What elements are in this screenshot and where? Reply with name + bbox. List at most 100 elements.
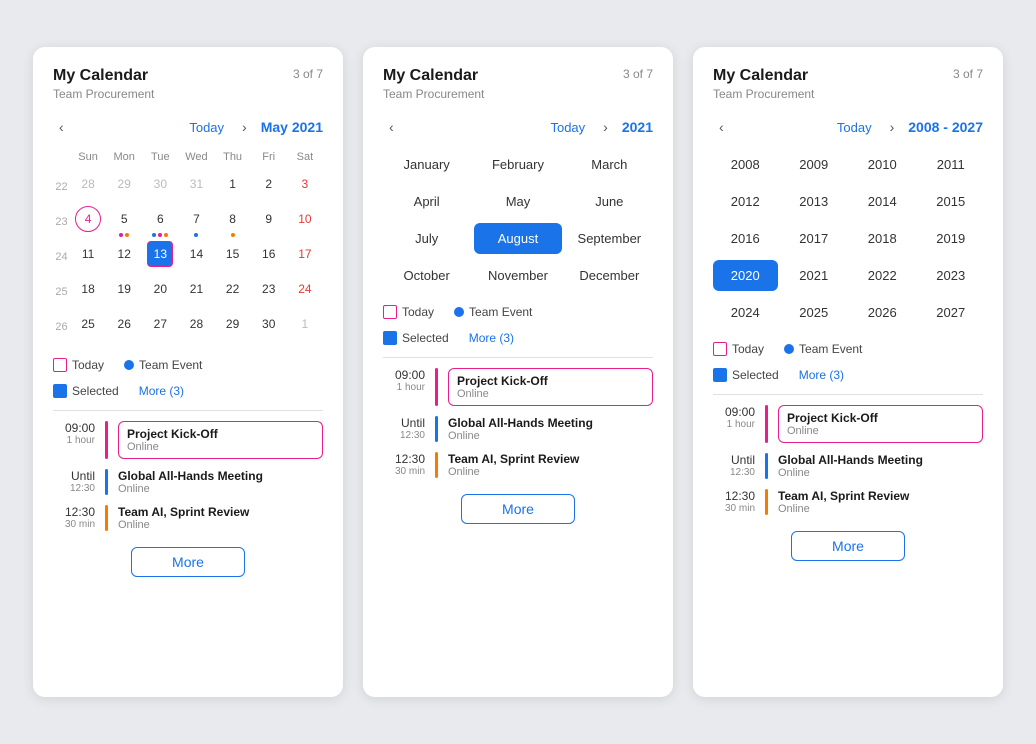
year-cell[interactable]: 2013 [782,186,847,217]
day-number[interactable]: 15 [220,241,246,267]
event-dots [119,233,129,237]
event-card[interactable]: Global All-Hands Meeting Online [778,453,983,479]
day-number[interactable]: 4 [75,206,101,232]
event-card[interactable]: Project Kick-Off Online [778,405,983,443]
today-button[interactable]: Today [546,118,589,137]
nav-prev-button[interactable]: ‹ [53,117,70,137]
day-number[interactable]: 26 [111,311,137,337]
more-button[interactable]: More [461,494,575,524]
more-legend-link[interactable]: More (3) [469,331,514,345]
day-number[interactable]: 2 [256,171,282,197]
month-cell[interactable]: November [474,260,561,291]
more-legend-link[interactable]: More (3) [139,384,184,398]
event-card[interactable]: Team AI, Sprint Review Online [778,489,983,515]
day-number[interactable]: 9 [256,206,282,232]
day-number[interactable]: 3 [292,171,318,197]
year-cell[interactable]: 2025 [782,297,847,328]
day-number[interactable]: 29 [220,311,246,337]
day-number[interactable]: 25 [75,311,101,337]
more-legend-link[interactable]: More (3) [799,368,844,382]
nav-prev-button[interactable]: ‹ [383,117,400,137]
day-number[interactable]: 18 [75,276,101,302]
day-number[interactable]: 8 [220,206,246,232]
year-cell[interactable]: 2027 [919,297,984,328]
day-number[interactable]: 17 [292,241,318,267]
selected-legend-box [383,331,397,345]
month-cell[interactable]: September [566,223,653,254]
calendar-grid: SunMonTueWedThuFriSat2228293031123234567… [53,149,323,344]
event-card[interactable]: Project Kick-Off Online [448,368,653,406]
day-number[interactable]: 29 [111,171,137,197]
day-number[interactable]: 1 [220,171,246,197]
year-cell[interactable]: 2016 [713,223,778,254]
day-number[interactable]: 30 [256,311,282,337]
year-cell[interactable]: 2012 [713,186,778,217]
day-number[interactable]: 13 [147,241,173,267]
month-cell[interactable]: January [383,149,470,180]
more-button-container: More [53,547,323,577]
day-number[interactable]: 21 [183,276,209,302]
day-number[interactable]: 11 [75,241,101,267]
day-number[interactable]: 23 [256,276,282,302]
divider [713,394,983,395]
year-cell[interactable]: 2021 [782,260,847,291]
nav-next-button[interactable]: › [236,117,253,137]
event-card[interactable]: Team AI, Sprint Review Online [448,452,653,478]
year-cell[interactable]: 2024 [713,297,778,328]
year-cell[interactable]: 2019 [919,223,984,254]
day-number[interactable]: 27 [147,311,173,337]
day-number[interactable]: 6 [147,206,173,232]
month-cell[interactable]: July [383,223,470,254]
year-cell[interactable]: 2014 [850,186,915,217]
day-number[interactable]: 7 [183,206,209,232]
year-cell[interactable]: 2010 [850,149,915,180]
day-number[interactable]: 14 [183,241,209,267]
year-cell[interactable]: 2008 [713,149,778,180]
day-number[interactable]: 22 [220,276,246,302]
day-number[interactable]: 1 [292,311,318,337]
year-cell[interactable]: 2011 [919,149,984,180]
day-number[interactable]: 12 [111,241,137,267]
event-dot [194,233,198,237]
year-cell[interactable]: 2015 [919,186,984,217]
day-number[interactable]: 19 [111,276,137,302]
month-cell[interactable]: February [474,149,561,180]
nav-center: Today › 2008 - 2027 [833,117,983,137]
nav-next-button[interactable]: › [884,117,901,137]
year-cell[interactable]: 2017 [782,223,847,254]
more-button[interactable]: More [131,547,245,577]
event-card[interactable]: Global All-Hands Meeting Online [118,469,323,495]
year-cell[interactable]: 2018 [850,223,915,254]
day-number[interactable]: 30 [147,171,173,197]
month-cell[interactable]: June [566,186,653,217]
year-cell[interactable]: 2026 [850,297,915,328]
month-cell[interactable]: May [474,186,561,217]
nav-next-button[interactable]: › [597,117,614,137]
today-button[interactable]: Today [833,118,876,137]
month-cell[interactable]: April [383,186,470,217]
day-number[interactable]: 10 [292,206,318,232]
month-cell[interactable]: December [566,260,653,291]
selected-legend-label: Selected [732,368,779,382]
nav-prev-button[interactable]: ‹ [713,117,730,137]
year-cell[interactable]: 2023 [919,260,984,291]
day-number[interactable]: 5 [111,206,137,232]
day-number[interactable]: 28 [75,171,101,197]
event-title: Project Kick-Off [127,427,314,441]
event-card[interactable]: Global All-Hands Meeting Online [448,416,653,442]
day-number[interactable]: 31 [183,171,209,197]
more-button[interactable]: More [791,531,905,561]
year-cell[interactable]: 2022 [850,260,915,291]
day-number[interactable]: 16 [256,241,282,267]
year-cell[interactable]: 2020 [713,260,778,291]
day-number[interactable]: 24 [292,276,318,302]
month-cell[interactable]: March [566,149,653,180]
year-cell[interactable]: 2009 [782,149,847,180]
day-number[interactable]: 20 [147,276,173,302]
today-button[interactable]: Today [185,118,228,137]
event-card[interactable]: Team AI, Sprint Review Online [118,505,323,531]
month-cell[interactable]: October [383,260,470,291]
day-number[interactable]: 28 [183,311,209,337]
month-cell[interactable]: August [474,223,561,254]
event-card[interactable]: Project Kick-Off Online [118,421,323,459]
